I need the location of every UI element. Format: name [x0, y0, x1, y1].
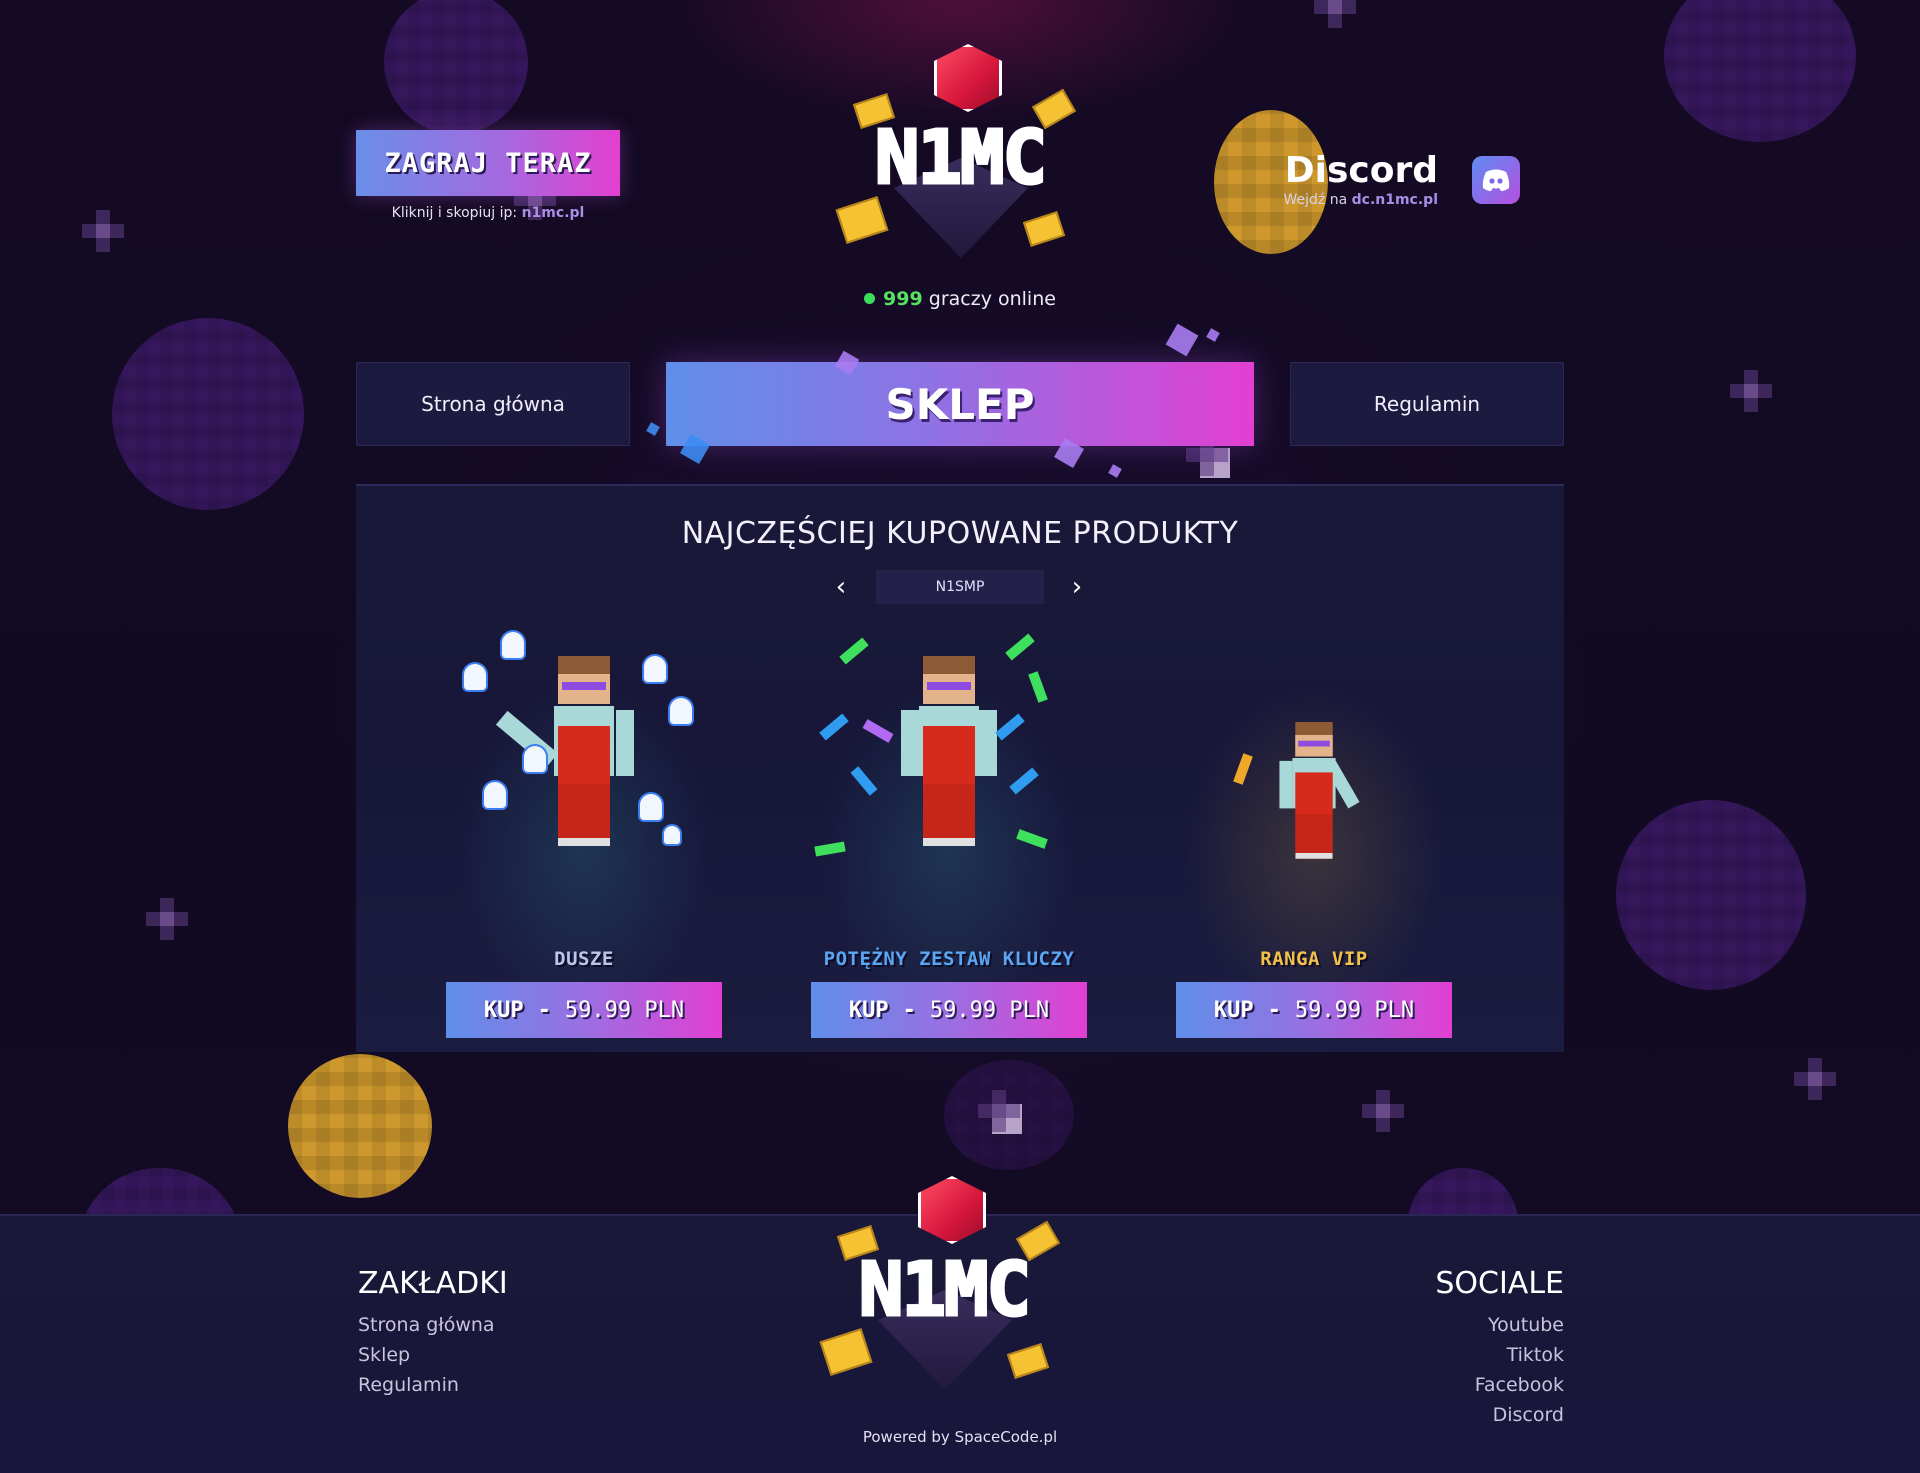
buy-label: KUP	[483, 997, 524, 1023]
sparkle-decoration	[1186, 434, 1230, 478]
ghost-icon	[502, 632, 524, 658]
chevron-right-icon[interactable]: ›	[1062, 570, 1092, 604]
product-image-souls	[495, 656, 634, 856]
copy-ip-label: Kliknij i skopiuj ip:	[391, 205, 518, 221]
sparkle-decoration	[1730, 370, 1772, 412]
sparkle-decoration	[146, 898, 188, 940]
footer-link-shop[interactable]: Sklep	[358, 1344, 410, 1366]
coin-icon	[835, 196, 889, 244]
popular-products-panel: NAJCZĘŚCIEJ KUPOWANE PRODUKTY ‹ N1SMP › …	[356, 484, 1564, 1052]
site-logo[interactable]: N1MC	[826, 38, 1096, 268]
nav-home[interactable]: Strona główna	[356, 362, 630, 446]
buy-separator: -	[537, 997, 551, 1023]
buy-button[interactable]: KUP - 59.99 PLN	[446, 982, 722, 1038]
product-image-keys	[901, 656, 997, 856]
ghost-icon	[640, 794, 662, 820]
buy-label: KUP	[848, 997, 889, 1023]
buy-button[interactable]: KUP - 59.99 PLN	[1176, 982, 1452, 1038]
ghost-icon	[644, 656, 666, 682]
footer-link-tiktok[interactable]: Tiktok	[1507, 1344, 1564, 1366]
site-footer: ZAKŁADKI Strona główna Sklep Regulamin N…	[0, 1176, 1920, 1473]
logo-wordmark: N1MC	[824, 1246, 1064, 1335]
ghost-icon	[464, 664, 486, 690]
product-price: 59.99 PLN	[1294, 997, 1415, 1023]
purple-orb-decoration	[112, 318, 304, 510]
product-card: RANGA VIP KUP - 59.99 PLN	[1174, 626, 1454, 1038]
play-now-button[interactable]: ZAGRAJ TERAZ	[356, 130, 620, 196]
copy-ip-hint: Kliknij i skopiuj ip: n1mc.pl	[356, 205, 620, 221]
buy-separator: -	[902, 997, 916, 1023]
panel-title: NAJCZĘŚCIEJ KUPOWANE PRODUKTY	[681, 516, 1239, 551]
coin-icon	[1022, 211, 1066, 247]
sparkle-decoration	[1314, 0, 1356, 28]
chevron-left-icon[interactable]: ‹	[826, 570, 856, 604]
product-price: 59.99 PLN	[564, 997, 685, 1023]
footer-socials-title: SOCIALE	[1435, 1266, 1564, 1301]
server-ip[interactable]: n1mc.pl	[522, 205, 585, 221]
product-card: DUSZE KUP - 59.99 PLN	[444, 626, 724, 1038]
product-name: DUSZE	[554, 948, 614, 970]
green-key-icon	[839, 637, 869, 665]
product-name: POTĘŻNY ZESTAW KLUCZY	[823, 948, 1075, 970]
footer-link-discord[interactable]: Discord	[1493, 1404, 1564, 1426]
green-key-icon	[1005, 633, 1035, 661]
product-price: 59.99 PLN	[929, 997, 1050, 1023]
online-dot-icon	[864, 293, 876, 304]
nav-shop[interactable]: SKLEP	[666, 362, 1254, 446]
logo-cube-icon	[934, 44, 1002, 112]
sparkle-decoration	[1362, 1090, 1404, 1132]
powered-by[interactable]: Powered by SpaceCode.pl	[0, 1428, 1920, 1446]
online-label: graczy online	[928, 288, 1056, 310]
purple-orb-decoration	[1616, 800, 1806, 990]
ghost-icon	[664, 826, 680, 844]
buy-separator: -	[1267, 997, 1281, 1023]
sparkle-decoration	[978, 1090, 1022, 1134]
discord-title: Discord	[1284, 150, 1438, 191]
online-count: 999	[883, 288, 923, 310]
product-image-vip-rank	[1279, 722, 1360, 866]
buy-button[interactable]: KUP - 59.99 PLN	[811, 982, 1087, 1038]
product-card: POTĘŻNY ZESTAW KLUCZY KUP - 59.99 PLN	[809, 626, 1089, 1038]
sparkle-decoration	[1794, 1058, 1836, 1100]
footer-logo[interactable]: N1MC	[810, 1170, 1080, 1400]
server-selector[interactable]: N1SMP	[876, 570, 1044, 604]
logo-wordmark: N1MC	[840, 114, 1080, 203]
product-name: RANGA VIP	[1260, 948, 1368, 970]
ghost-icon	[484, 782, 506, 808]
footer-link-rules[interactable]: Regulamin	[358, 1374, 459, 1396]
logo-cube-icon	[918, 1176, 986, 1244]
online-status: 999 graczy online	[860, 288, 1060, 310]
coin-icon	[819, 1328, 873, 1376]
discord-icon	[1472, 156, 1520, 204]
discord-link[interactable]: Discord Wejdź na dc.n1mc.pl	[1284, 150, 1524, 210]
footer-tabs-title: ZAKŁADKI	[358, 1266, 508, 1301]
ghost-icon	[670, 698, 692, 724]
footer-link-facebook[interactable]: Facebook	[1475, 1374, 1564, 1396]
ghost-icon	[524, 746, 546, 772]
discord-url: dc.n1mc.pl	[1351, 192, 1438, 208]
coin-icon	[1006, 1343, 1050, 1379]
footer-link-youtube[interactable]: Youtube	[1488, 1314, 1564, 1336]
nav-rules[interactable]: Regulamin	[1290, 362, 1564, 446]
buy-label: KUP	[1213, 997, 1254, 1023]
footer-link-home[interactable]: Strona główna	[358, 1314, 495, 1336]
sparkle-decoration	[82, 210, 124, 252]
gold-coin-decoration	[288, 1054, 432, 1198]
discord-subtitle: Wejdź na dc.n1mc.pl	[1283, 192, 1439, 208]
